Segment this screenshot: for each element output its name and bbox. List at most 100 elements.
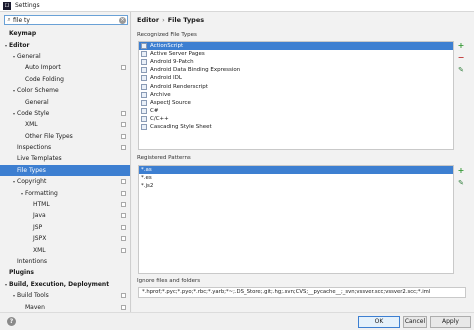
tree-item-label: Maven <box>25 303 45 311</box>
file-type-row[interactable]: ActionScript <box>139 42 453 51</box>
tree-item-label: XML <box>33 246 46 254</box>
project-scope-icon <box>121 213 126 219</box>
dialog-footer: ? OK Cancel Apply <box>0 312 474 330</box>
registered-patterns-list[interactable]: *.as *.es *.js2 <box>138 165 454 274</box>
project-scope-icon <box>121 190 126 196</box>
file-type-row[interactable]: Android Data Binding Expression <box>139 66 453 74</box>
tree-item-keymap[interactable]: Keymap <box>0 28 130 39</box>
pattern-row[interactable]: *.js2 <box>139 182 453 190</box>
breadcrumb: Editor › File Types <box>137 16 204 24</box>
breadcrumb-separator: › <box>162 16 165 24</box>
tree-item-intentions[interactable]: Intentions <box>0 256 130 267</box>
pattern-row[interactable]: *.es <box>139 174 453 182</box>
project-scope-icon <box>121 133 126 139</box>
file-type-row[interactable]: Cascading Style Sheet <box>139 123 453 131</box>
file-type-label: AspectJ Source <box>150 99 191 106</box>
file-type-row[interactable]: Android Renderscript <box>139 82 453 90</box>
file-type-row[interactable]: C/C++ <box>139 115 453 123</box>
recognized-file-types-list[interactable]: ActionScript Active Server Pages Android 9… <box>138 41 454 150</box>
tree-item-xml[interactable]: XML <box>0 244 130 255</box>
tree-item-code-style[interactable]: ▾ Code Style <box>0 108 130 119</box>
file-type-row[interactable]: Android 9-Patch <box>139 58 453 66</box>
search-input[interactable]: file ty <box>13 17 30 24</box>
file-type-row[interactable]: AspectJ Source <box>139 99 453 107</box>
project-scope-icon <box>121 293 126 299</box>
search-icon: ⌕ <box>7 16 11 23</box>
edit-pattern-button[interactable]: ✎ <box>457 179 465 187</box>
tree-item-label: Copyright <box>17 178 47 186</box>
settings-tree: Keymap ▾ Editor ▾ General Auto Import Code Fol… <box>0 28 130 312</box>
project-scope-icon <box>121 247 126 253</box>
edit-file-type-button[interactable]: ✎ <box>457 66 465 74</box>
tree-item-label: Code Style <box>17 109 50 117</box>
clear-search-icon[interactable]: × <box>119 16 126 24</box>
tree-item-label: Live Templates <box>17 155 62 163</box>
file-type-row[interactable]: Android IDL <box>139 74 453 82</box>
tree-item-label: General <box>25 98 49 106</box>
archive-file-icon <box>141 91 147 98</box>
tree-item-label: XML <box>25 121 38 129</box>
tree-item-editor[interactable]: ▾ Editor <box>0 39 130 50</box>
tree-item-label: Color Scheme <box>17 87 59 95</box>
file-type-label: Android Data Binding Expression <box>150 67 241 74</box>
ok-button[interactable]: OK <box>358 316 400 328</box>
apply-button[interactable]: Apply <box>430 316 471 328</box>
tree-item-color-scheme[interactable]: ▾ Color Scheme <box>0 85 130 96</box>
tree-item-auto-import[interactable]: Auto Import <box>0 62 130 73</box>
tree-item-jspx[interactable]: JSPX <box>0 233 130 244</box>
tree-item-other-file-types[interactable]: Other File Types <box>0 131 130 142</box>
tree-item-formatting[interactable]: ▾ Formatting <box>0 187 130 198</box>
tree-item-build-tools[interactable]: ▾ Build Tools <box>0 290 130 301</box>
tree-item-java[interactable]: Java <box>0 210 130 221</box>
tree-item-file-types[interactable]: File Types <box>0 164 130 177</box>
breadcrumb-file-types: File Types <box>167 16 205 24</box>
tree-item-maven[interactable]: Maven <box>0 301 130 312</box>
tree-item-html[interactable]: HTML <box>0 199 130 210</box>
file-type-row[interactable]: C# <box>139 107 453 115</box>
tree-item-label: Keymap <box>9 30 37 38</box>
tree-item-label: Build, Execution, Deployment <box>9 280 110 288</box>
tree-item-label: JSP <box>33 223 43 231</box>
file-type-label: Android Renderscript <box>150 83 208 90</box>
tree-item-code-folding[interactable]: Code Folding <box>0 74 130 85</box>
tree-item-build-execution-deployment[interactable]: ▾ Build, Execution, Deployment <box>0 279 130 290</box>
project-scope-icon <box>121 304 126 310</box>
tree-item-inspections[interactable]: Inspections <box>0 142 130 153</box>
css-file-icon <box>141 123 147 130</box>
ninepatch-file-icon <box>141 59 147 66</box>
tree-item-jsp[interactable]: JSP <box>0 222 130 233</box>
cancel-button[interactable]: Cancel <box>403 316 427 328</box>
ignore-files-input[interactable]: *.hprof;*.pyc;*.pyo;*.rbc;*.yarb;*~;.DS_… <box>138 287 466 298</box>
tree-item-plugins[interactable]: Plugins <box>0 267 130 278</box>
tree-item-general[interactable]: General <box>0 96 130 107</box>
file-type-label: Android 9-Patch <box>150 59 194 66</box>
project-scope-icon <box>121 236 126 242</box>
settings-search-field[interactable]: ⌕ file ty × <box>4 15 128 25</box>
file-type-label: Cascading Style Sheet <box>150 123 212 130</box>
pattern-row[interactable]: *.as <box>139 166 453 175</box>
file-type-label: C/C++ <box>150 115 169 122</box>
tree-item-label: Java <box>33 212 46 220</box>
help-icon[interactable]: ? <box>7 317 16 326</box>
registered-patterns-label: Registered Patterns <box>137 155 191 161</box>
tree-item-general[interactable]: ▾ General <box>0 51 130 62</box>
patterns-toolbar: + ✎ <box>456 167 466 188</box>
tree-item-label: Inspections <box>17 144 52 152</box>
remove-file-type-button[interactable]: − <box>457 54 465 62</box>
breadcrumb-editor: Editor <box>137 16 160 24</box>
renderscript-file-icon <box>141 83 147 90</box>
file-types-panel: Editor › File Types Recognized File Type… <box>132 12 474 312</box>
file-type-row[interactable]: Archive <box>139 91 453 99</box>
add-file-type-button[interactable]: + <box>457 42 465 50</box>
tree-item-label: Editor <box>9 41 30 49</box>
tree-item-label: JSPX <box>33 235 47 243</box>
databinding-file-icon <box>141 67 147 74</box>
tree-item-xml[interactable]: XML <box>0 119 130 130</box>
tree-item-label: Plugins <box>9 269 34 277</box>
add-pattern-button[interactable]: + <box>457 167 465 175</box>
tree-item-live-templates[interactable]: Live Templates <box>0 153 130 164</box>
actionscript-file-icon <box>141 43 147 50</box>
tree-item-copyright[interactable]: ▾ Copyright <box>0 176 130 187</box>
recognized-file-types-label: Recognized File Types <box>137 32 197 38</box>
file-type-row[interactable]: Active Server Pages <box>139 50 453 58</box>
